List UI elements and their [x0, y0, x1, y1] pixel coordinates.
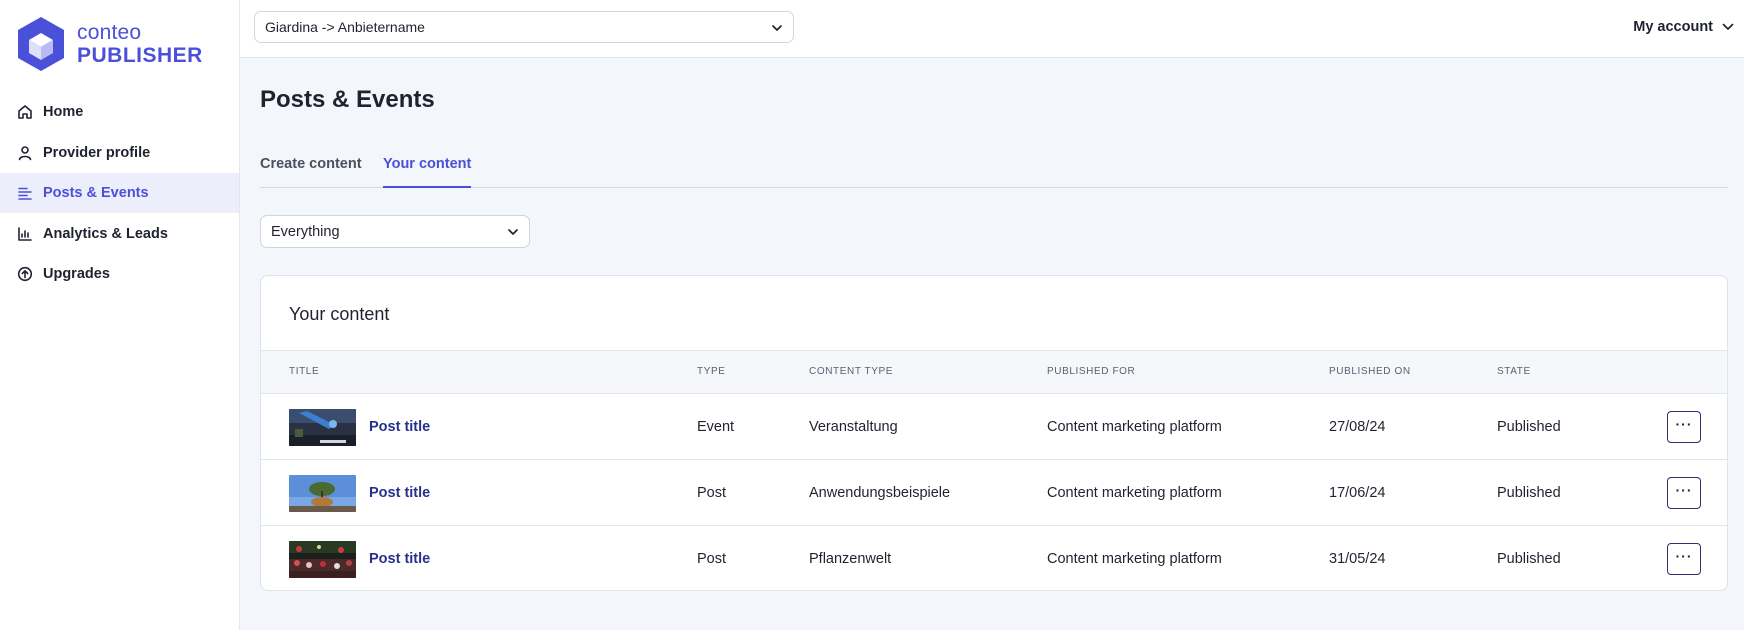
row-actions-button[interactable]: ···	[1667, 477, 1701, 509]
arrow-up-circle-icon	[17, 266, 33, 282]
cell-content-type: Pflanzenwelt	[809, 551, 892, 567]
logo-cube-icon	[18, 17, 64, 71]
table-row: Post title Post Anwendungsbeispiele Cont…	[261, 460, 1727, 526]
column-header-state: State	[1497, 366, 1531, 377]
cell-type: Post	[697, 551, 727, 567]
chevron-down-icon	[507, 226, 519, 238]
topbar: Giardina -> Anbietername My account	[240, 0, 1744, 58]
chevron-down-icon	[1722, 21, 1734, 33]
cell-state: Published	[1497, 551, 1561, 567]
page-title: Posts & Events	[260, 86, 435, 113]
column-header-title: Title	[289, 366, 320, 377]
lines-icon	[17, 185, 33, 201]
table-row: Post title Post Pflanzenwelt Content mar…	[261, 526, 1727, 590]
cell-published-for: Content marketing platform	[1047, 419, 1222, 435]
sidebar-item-label: Upgrades	[43, 266, 110, 282]
cell-published-on: 31/05/24	[1329, 551, 1386, 567]
column-header-published-for: Published for	[1047, 366, 1136, 377]
sidebar-item-posts-events[interactable]: Posts & Events	[0, 173, 239, 213]
sidebar-item-label: Posts & Events	[43, 185, 149, 201]
sidebar-item-analytics-leads[interactable]: Analytics & Leads	[0, 214, 239, 254]
chevron-down-icon	[771, 21, 783, 33]
provider-select[interactable]: Giardina -> Anbietername	[254, 11, 794, 43]
post-thumbnail[interactable]	[289, 541, 356, 578]
card-title: Your content	[289, 304, 390, 324]
more-horizontal-icon: ···	[1675, 548, 1693, 564]
account-menu[interactable]: My account	[1633, 17, 1734, 37]
cell-state: Published	[1497, 485, 1561, 501]
sidebar-item-provider-profile[interactable]: Provider profile	[0, 133, 239, 173]
cell-content-type: Veranstaltung	[809, 419, 898, 435]
more-horizontal-icon: ···	[1675, 482, 1693, 498]
column-header-content-type: Content type	[809, 366, 894, 377]
cell-type: Event	[697, 419, 735, 435]
post-title-link[interactable]: Post title	[369, 551, 430, 567]
post-title-link[interactable]: Post title	[369, 485, 430, 501]
post-thumbnail[interactable]	[289, 475, 356, 512]
column-header-published-on: Published on	[1329, 366, 1411, 377]
logo-text-line2: PUBLISHER	[77, 44, 203, 67]
tabs: Create content Your content	[260, 150, 1728, 188]
row-actions-button[interactable]: ···	[1667, 411, 1701, 443]
content-card: Your content Title Type Content type Pub…	[260, 275, 1728, 591]
cell-published-on: 17/06/24	[1329, 485, 1386, 501]
logo-text-line1: conteo	[77, 21, 142, 44]
table-header: Title Type Content type Published for Pu…	[261, 350, 1727, 394]
filter-select-value: Everything	[271, 223, 340, 240]
post-title-link[interactable]: Post title	[369, 419, 430, 435]
cell-published-on: 27/08/24	[1329, 419, 1386, 435]
sidebar-item-label: Analytics & Leads	[43, 225, 168, 242]
tab-create-content[interactable]: Create content	[260, 156, 362, 188]
row-actions-button[interactable]: ···	[1667, 543, 1701, 575]
logo[interactable]: conteo PUBLISHER	[16, 16, 203, 72]
cell-type: Post	[697, 485, 727, 501]
sidebar-item-label: Home	[43, 104, 84, 120]
cell-published-for: Content marketing platform	[1047, 551, 1222, 567]
cell-published-for: Content marketing platform	[1047, 485, 1222, 501]
tab-your-content[interactable]: Your content	[383, 156, 472, 188]
sidebar-item-home[interactable]: Home	[0, 92, 239, 132]
post-thumbnail[interactable]	[289, 409, 356, 446]
cell-content-type: Anwendungsbeispiele	[809, 485, 951, 501]
provider-select-value: Giardina -> Anbietername	[265, 19, 425, 35]
home-icon	[17, 104, 33, 120]
cell-state: Published	[1497, 419, 1561, 435]
user-icon	[17, 145, 33, 161]
chart-icon	[17, 226, 33, 242]
sidebar-item-upgrades[interactable]: Upgrades	[0, 254, 239, 294]
content-filter-select[interactable]: Everything	[260, 215, 530, 248]
sidebar-item-label: Provider profile	[43, 144, 151, 161]
sidebar: conteo PUBLISHER Home Provider profile P…	[0, 0, 240, 630]
more-horizontal-icon: ···	[1675, 416, 1693, 432]
table-row: Post title Event Veranstaltung Content m…	[261, 394, 1727, 460]
account-label: My account	[1633, 19, 1713, 35]
sidebar-nav: Home Provider profile Posts & Events Ana…	[0, 92, 239, 295]
column-header-type: Type	[697, 366, 726, 377]
